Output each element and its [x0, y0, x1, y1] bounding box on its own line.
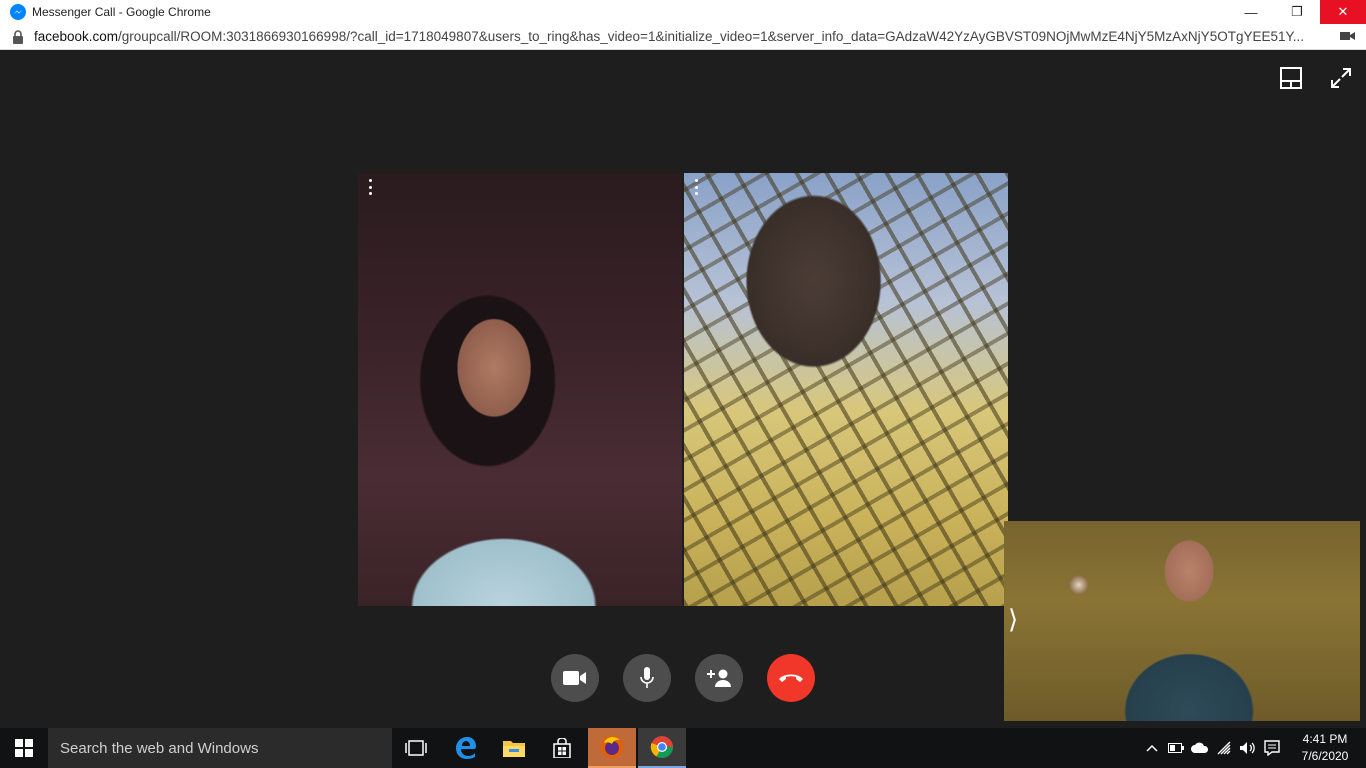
system-tray: 4:41 PM 7/6/2020 [1140, 728, 1366, 768]
address-bar[interactable]: facebook.com/groupcall/ROOM:303186693016… [0, 24, 1366, 50]
layout-toggle-button[interactable] [1277, 64, 1305, 92]
microphone-icon [640, 667, 654, 688]
firefox-taskbar-button[interactable] [588, 728, 636, 768]
taskbar-search-box[interactable]: Search the web and Windows [48, 728, 392, 768]
more-options-icon[interactable] [366, 179, 374, 195]
volume-control[interactable] [1236, 728, 1260, 768]
video-toggle-button[interactable] [551, 654, 599, 702]
window-titlebar: Messenger Call - Google Chrome — ❐ ✕ [0, 0, 1366, 24]
start-button[interactable] [0, 728, 48, 768]
chevron-up-icon [1146, 744, 1158, 752]
file-explorer-taskbar-button[interactable] [490, 728, 538, 768]
clock-date: 7/6/2020 [1301, 749, 1349, 763]
window-title: Messenger Call - Google Chrome [32, 5, 211, 19]
url-host: facebook.com [34, 29, 119, 44]
folder-icon [503, 741, 525, 757]
store-taskbar-button[interactable] [538, 728, 586, 768]
cloud-icon [1191, 742, 1209, 753]
search-placeholder: Search the web and Windows [60, 739, 259, 757]
participant-video-1[interactable] [358, 173, 682, 606]
collapse-self-view-icon[interactable]: ⟩ [1008, 605, 1018, 635]
camera-in-use-icon[interactable] [1340, 30, 1356, 42]
window-controls: — ❐ ✕ [1228, 0, 1366, 24]
taskbar-clock[interactable]: 4:41 PM 7/6/2020 [1284, 728, 1366, 768]
minimize-button[interactable]: — [1228, 0, 1274, 24]
show-hidden-icons-button[interactable] [1140, 728, 1164, 768]
store-bag-icon [553, 738, 571, 758]
video-camera-icon [563, 671, 586, 685]
edge-browser-icon [456, 737, 476, 759]
action-center-button[interactable] [1260, 728, 1284, 768]
more-options-icon[interactable] [692, 179, 700, 195]
close-button[interactable]: ✕ [1320, 0, 1366, 24]
lock-icon [13, 29, 23, 44]
url-text[interactable]: facebook.com/groupcall/ROOM:303186693016… [34, 29, 1324, 44]
grid-layout-icon [1280, 67, 1302, 89]
url-path: /groupcall/ROOM:3031866930166998/?call_i… [118, 29, 1304, 44]
fullscreen-button[interactable] [1327, 64, 1355, 92]
battery-status[interactable] [1164, 728, 1188, 768]
hang-up-icon [779, 674, 803, 682]
firefox-icon [601, 736, 623, 758]
speaker-icon [1240, 742, 1255, 754]
network-status[interactable] [1212, 728, 1236, 768]
battery-icon [1168, 743, 1184, 753]
clock-time: 4:41 PM [1302, 732, 1348, 746]
messenger-icon [10, 4, 26, 20]
windows-logo-icon [15, 739, 33, 757]
edge-taskbar-button[interactable] [442, 728, 490, 768]
restore-button[interactable]: ❐ [1274, 0, 1320, 24]
end-call-button[interactable] [767, 654, 815, 702]
wifi-icon [1217, 741, 1231, 755]
call-area: ⟩ [0, 50, 1366, 728]
windows-taskbar: Search the web and Windows 4:41 PM 7/6/2… [0, 728, 1366, 768]
self-view-video[interactable]: ⟩ [1004, 521, 1360, 721]
add-person-icon [707, 669, 731, 687]
chrome-taskbar-button[interactable] [638, 728, 686, 768]
participant-video-2[interactable] [684, 173, 1008, 606]
microphone-toggle-button[interactable] [623, 654, 671, 702]
onedrive-status[interactable] [1188, 728, 1212, 768]
call-controls [551, 654, 815, 702]
chrome-icon [650, 736, 673, 758]
task-view-button[interactable] [392, 728, 440, 768]
add-participant-button[interactable] [695, 654, 743, 702]
expand-icon [1331, 68, 1351, 88]
task-view-icon [405, 740, 427, 756]
notification-icon [1264, 740, 1280, 756]
